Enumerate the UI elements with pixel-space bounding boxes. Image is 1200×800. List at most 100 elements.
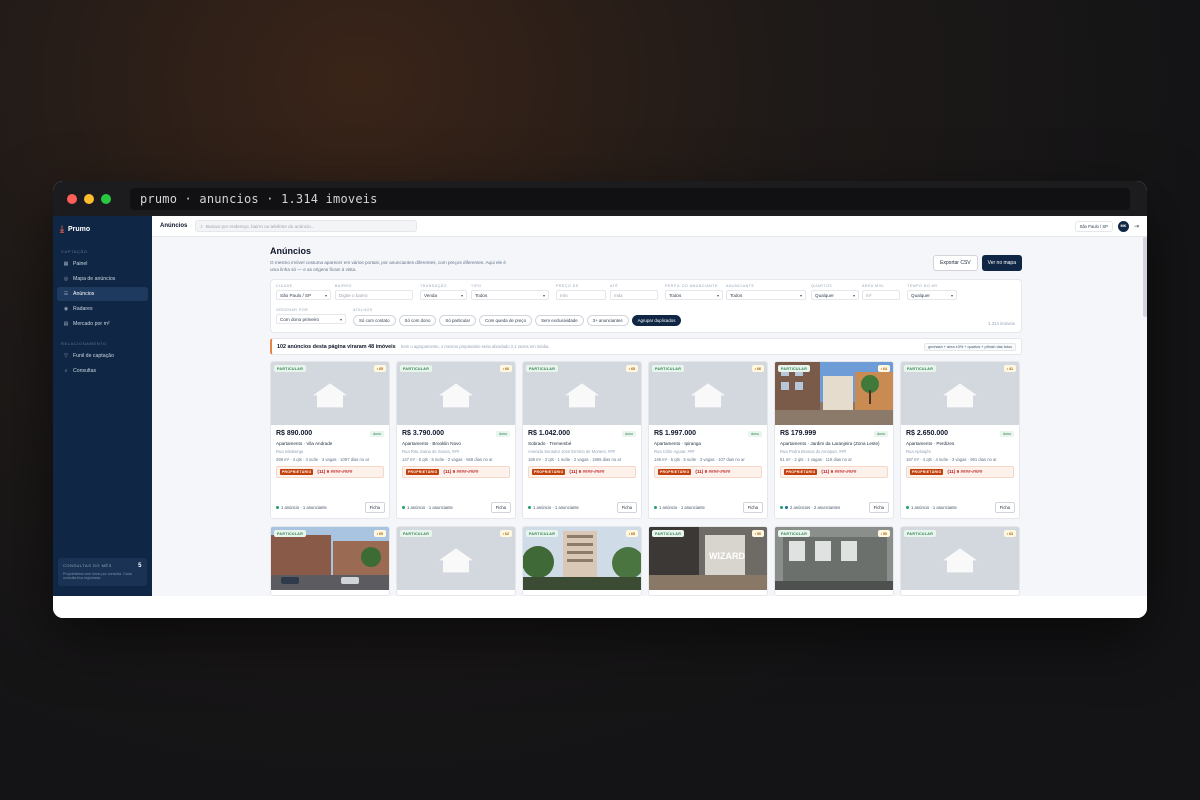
filter-chip[interactable]: 3+ anunciantes <box>586 315 629 327</box>
sidebar-item[interactable]: ⌕ Consultas <box>57 364 148 378</box>
listing-card[interactable]: PARTICULAR • 64 R$ 179.999 dono Apartame… <box>774 361 894 520</box>
sidebar-item[interactable]: ▦ Painel <box>57 257 148 271</box>
listing-photo-frame[interactable]: PARTICULAR • 66 <box>397 362 515 426</box>
owner-phone: (11) 9 ####-#### <box>569 469 605 474</box>
ficha-button[interactable]: Ficha <box>868 502 889 514</box>
shortcut-chips: ATALHOS Só com contato Só com dono Só part… <box>353 308 682 327</box>
cidade-select[interactable]: São Paulo / SP ▾ <box>276 290 331 301</box>
listing-photo-frame[interactable]: PARTICULAR • 41 <box>901 362 1019 426</box>
card-body: R$ 1.042.000 dono Sobrado · Tremembé Ave… <box>523 425 641 478</box>
owner-tag: PROPRIETÁRIO <box>784 468 818 475</box>
sidebar-item[interactable]: ◎ Mapa de anúncios <box>57 272 148 286</box>
anunciante-select[interactable]: Todos ▾ <box>726 290 806 301</box>
avatar[interactable]: MK <box>1117 220 1129 232</box>
filters-panel: CIDADE São Paulo / SP ▾ BAIRRO Digite o b… <box>270 279 1022 334</box>
ordenar-value: Com dono primeiro <box>280 316 320 322</box>
quartos-select[interactable]: Qualquer ▾ <box>811 290 859 301</box>
filter-chip[interactable]: Sem exclusividade <box>535 315 584 327</box>
listing-card[interactable]: PARTICULAR • 65 <box>270 526 390 596</box>
listing-photo-frame[interactable]: PARTICULAR • 64 <box>775 362 893 426</box>
owner-contact[interactable]: PROPRIETÁRIO (11) 9 ####-#### <box>780 465 888 478</box>
window-title: prumo · anuncios · 1.314 imoveis <box>130 187 1130 210</box>
ficha-button[interactable]: Ficha <box>994 502 1015 514</box>
ficha-button[interactable]: Ficha <box>616 502 637 514</box>
card-body: R$ 2.650.000 dono Apartamento · Perdizes… <box>901 425 1019 478</box>
tempo-select[interactable]: Qualquer ▾ <box>907 290 957 301</box>
preco-min-input[interactable]: mín <box>556 290 606 301</box>
listing-card[interactable]: PARTICULAR • 66 R$ 1.997.000 dono Aparta… <box>648 361 768 520</box>
score-badge: • 41 <box>1003 365 1016 373</box>
ficha-button[interactable]: Ficha <box>364 502 385 514</box>
score-badge: • 64 <box>877 365 890 373</box>
listing-card[interactable]: PARTICULAR • 63 <box>900 526 1020 596</box>
top-bar: Anúncios ⌕ Buscar por endereço, bairro o… <box>152 216 1147 237</box>
owner-contact[interactable]: PROPRIETÁRIO (11) 9 ####-#### <box>654 465 762 478</box>
scrollbar[interactable] <box>1143 237 1147 317</box>
preco-max-input[interactable]: máx <box>610 290 658 301</box>
listing-photo-frame[interactable]: PARTICULAR • 50 <box>775 527 893 591</box>
source-dot-icon <box>906 506 909 510</box>
listing-card[interactable]: WIZARD PARTICULAR • 50 <box>648 526 768 596</box>
score-badge: • 65 <box>373 530 386 538</box>
dono-badge: dono <box>370 430 384 437</box>
export-csv-button[interactable]: Exportar CSV <box>933 255 978 271</box>
ficha-button[interactable]: Ficha <box>490 502 511 514</box>
specs: 168 m² · 3 qts · 1 suíte · 2 vagas · 196… <box>528 456 622 462</box>
filter-chip[interactable]: Só com contato <box>353 315 396 327</box>
card-footer: 2 anúncios · 2 anunciantes Ficha <box>780 502 889 514</box>
sidebar-item[interactable]: ▤ Mercado por m² <box>57 317 148 331</box>
listing-photo-frame[interactable]: PARTICULAR • 65 <box>271 362 389 426</box>
search-input[interactable]: ⌕ Buscar por endereço, bairro ou telefon… <box>195 220 418 232</box>
ordenar-select[interactable]: Com dono primeiro ▾ <box>276 314 346 325</box>
listing-card[interactable]: PARTICULAR • 65 R$ 890.000 dono Apartame… <box>270 361 390 520</box>
owner-contact[interactable]: PROPRIETÁRIO (11) 9 ####-#### <box>528 465 636 478</box>
listing-photo-frame[interactable]: PARTICULAR • 66 <box>649 362 767 426</box>
area-input[interactable]: m² <box>862 290 900 301</box>
listing-card[interactable]: PARTICULAR • 50 <box>774 526 894 596</box>
property-type: Apartamento · Brooklin Novo <box>402 441 461 447</box>
listing-sources: 1 anúncio · 1 anunciante <box>654 505 705 510</box>
filter-chip[interactable]: Só particular <box>439 315 477 327</box>
transacao-select[interactable]: Venda ▾ <box>420 290 467 301</box>
price: R$ 1.042.000 <box>528 430 571 438</box>
listing-card[interactable]: PARTICULAR • 62 <box>396 526 516 596</box>
owner-contact[interactable]: PROPRIETÁRIO (11) 9 ####-#### <box>402 465 510 478</box>
perfil-value: Todos <box>669 292 682 298</box>
logout-icon[interactable]: ⇥ <box>1134 223 1139 230</box>
consultas-value: 5 <box>138 562 142 569</box>
search-icon: ⌕ <box>200 223 203 229</box>
tipo-select[interactable]: Todos ▾ <box>471 290 549 301</box>
listing-photo-frame[interactable]: WIZARD PARTICULAR • 50 <box>649 527 767 591</box>
view-map-button[interactable]: Ver no mapa <box>981 255 1022 271</box>
city-selector[interactable]: São Paulo / SP <box>1074 220 1113 232</box>
brand[interactable]: ⤓ Prumo <box>53 216 152 245</box>
filter-chip[interactable]: Com queda de preço <box>479 315 533 327</box>
chevron-down-icon: ▾ <box>460 292 463 298</box>
owner-contact[interactable]: PROPRIETÁRIO (11) 9 ####-#### <box>906 465 1014 478</box>
sidebar-item[interactable]: ▽ Funil de captação <box>57 349 148 363</box>
topbar-title: Anúncios <box>160 223 188 229</box>
listing-card[interactable]: PARTICULAR • 65 R$ 1.042.000 dono Sobrad… <box>522 361 642 520</box>
perfil-select[interactable]: Todos ▾ <box>665 290 723 301</box>
minimize-window-button[interactable] <box>84 193 94 204</box>
listing-photo-frame[interactable]: PARTICULAR • 63 <box>901 527 1019 591</box>
filter-chip[interactable]: Agrupar duplicados <box>631 315 682 327</box>
ficha-button[interactable]: Ficha <box>742 502 763 514</box>
listing-card[interactable]: PARTICULAR • 41 R$ 2.650.000 dono Aparta… <box>900 361 1020 520</box>
banner-detail: Sem o agrupamento, o mesmo proprietário … <box>400 344 550 350</box>
chevron-down-icon: ▾ <box>799 292 802 298</box>
owner-contact[interactable]: PROPRIETÁRIO (11) 9 ####-#### <box>276 465 384 478</box>
filter-chip[interactable]: Só com dono <box>398 315 437 327</box>
listing-card[interactable]: PARTICULAR • 65 <box>522 526 642 596</box>
maximize-window-button[interactable] <box>101 193 111 204</box>
sidebar-item[interactable]: ◉ Radares <box>57 302 148 316</box>
listing-card[interactable]: PARTICULAR • 66 R$ 3.790.000 dono Aparta… <box>396 361 516 520</box>
close-window-button[interactable] <box>67 193 77 204</box>
house-placeholder-icon <box>691 383 725 408</box>
listing-photo-frame[interactable]: PARTICULAR • 65 <box>271 527 389 591</box>
listing-photo-frame[interactable]: PARTICULAR • 62 <box>397 527 515 591</box>
sidebar-item[interactable]: ☰ Anúncios <box>57 287 148 301</box>
listing-photo-frame[interactable]: PARTICULAR • 65 <box>523 362 641 426</box>
listing-photo-frame[interactable]: PARTICULAR • 65 <box>523 527 641 591</box>
bairro-input[interactable]: Digite o bairro <box>335 290 413 301</box>
